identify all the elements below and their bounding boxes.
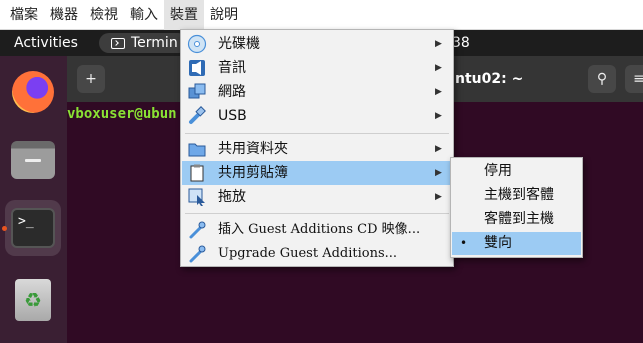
menu-item-shared-folders[interactable]: 共用資料夾 ▶	[182, 137, 452, 161]
menu-item-usb[interactable]: USB ▶	[182, 104, 452, 128]
running-indicator	[2, 226, 7, 231]
search-button[interactable]: ⚲	[588, 65, 616, 93]
menu-view[interactable]: 檢視	[84, 0, 124, 30]
clipboard-option-guest-to-host[interactable]: 客體到主機	[452, 208, 581, 231]
shared-clipboard-icon	[190, 164, 204, 182]
dock-item-terminal[interactable]: >_	[2, 200, 61, 256]
menu-item-label: 插入 Guest Additions CD 映像...	[218, 222, 421, 237]
trash-icon: ♻	[15, 279, 51, 321]
menu-item-optical-drives[interactable]: 光碟機 ▶	[182, 32, 452, 56]
submenu-arrow-icon: ▶	[435, 111, 442, 121]
dock-item-files[interactable]	[5, 132, 61, 188]
menu-item-label: Upgrade Guest Additions...	[218, 246, 398, 261]
menu-item-label: 拖放	[218, 189, 246, 205]
submenu-arrow-icon: ▶	[435, 39, 442, 49]
selected-bullet-icon: •	[460, 236, 468, 250]
dock-item-firefox[interactable]	[5, 64, 61, 120]
menu-machine[interactable]: 機器	[44, 0, 84, 30]
submenu-arrow-icon: ▶	[435, 63, 442, 73]
dock: >_ ♻	[0, 56, 67, 343]
clipboard-option-disabled[interactable]: 停用	[452, 160, 581, 183]
activities-button[interactable]: Activities	[14, 30, 78, 56]
shared-folder-icon	[188, 143, 206, 157]
files-icon	[11, 141, 55, 179]
menu-item-upgrade-guest-additions[interactable]: Upgrade Guest Additions...	[182, 242, 452, 266]
menu-separator	[185, 213, 449, 214]
menu-item-label: 客體到主機	[484, 211, 554, 227]
hamburger-menu-button[interactable]: ≡	[625, 65, 643, 93]
menu-item-label: 音訊	[218, 60, 246, 76]
menu-item-label: 共用剪貼簿	[218, 165, 288, 181]
submenu-arrow-icon: ▶	[435, 192, 442, 202]
submenu-arrow-icon: ▶	[435, 87, 442, 97]
app-menu-label: Termin	[131, 35, 178, 51]
firefox-icon	[12, 71, 54, 113]
menu-item-shared-clipboard[interactable]: 共用剪貼簿 ▶	[182, 161, 452, 185]
clipboard-option-bidirectional[interactable]: • 雙向	[452, 232, 581, 255]
drag-drop-icon	[188, 188, 205, 206]
menu-item-label: 光碟機	[218, 36, 260, 52]
menu-separator	[185, 133, 449, 134]
shared-clipboard-submenu: 停用 主機到客體 客體到主機 • 雙向	[450, 157, 583, 258]
new-tab-button[interactable]: +	[77, 65, 105, 93]
optical-disc-icon	[187, 34, 207, 54]
submenu-arrow-icon: ▶	[435, 144, 442, 154]
app-menu-terminal[interactable]: Termin	[99, 33, 188, 53]
menu-item-label: 共用資料夾	[218, 141, 288, 157]
dock-item-trash[interactable]: ♻	[5, 272, 61, 328]
menu-item-label: 網路	[218, 84, 246, 100]
shell-prompt: vboxuser@ubun	[67, 106, 177, 122]
menu-item-network[interactable]: 網路 ▶	[182, 80, 452, 104]
upgrade-guest-additions-icon	[189, 245, 206, 263]
devices-menu: 光碟機 ▶ 音訊 ▶ 網路 ▶ USB ▶ 共用資料夾 ▶ 共用剪貼簿 ▶ 拖放…	[180, 29, 454, 267]
menu-item-drag-and-drop[interactable]: 拖放 ▶	[182, 185, 452, 209]
menu-item-insert-guest-additions[interactable]: 插入 Guest Additions CD 映像...	[182, 218, 452, 242]
submenu-arrow-icon: ▶	[435, 168, 442, 178]
menu-item-label: USB	[218, 108, 247, 124]
usb-icon	[189, 106, 206, 124]
menu-devices[interactable]: 裝置	[164, 0, 204, 30]
menu-file[interactable]: 檔案	[4, 0, 44, 30]
menu-item-label: 停用	[484, 163, 512, 179]
menu-item-label: 主機到客體	[484, 187, 554, 203]
menu-input[interactable]: 輸入	[124, 0, 164, 30]
terminal-icon: >_	[11, 208, 55, 248]
network-icon	[188, 83, 206, 99]
terminal-app-icon	[111, 37, 125, 49]
clipboard-option-host-to-guest[interactable]: 主機到客體	[452, 184, 581, 207]
menu-item-label: 雙向	[484, 235, 512, 251]
clock[interactable]: 38	[452, 30, 470, 56]
menu-help[interactable]: 說明	[204, 0, 244, 30]
menu-item-audio[interactable]: 音訊 ▶	[182, 56, 452, 80]
vbox-menubar: 檔案 機器 檢視 輸入 裝置 說明	[0, 0, 643, 30]
guest-additions-icon	[189, 221, 206, 239]
terminal-title: ntu02: ~	[455, 71, 524, 87]
audio-icon	[189, 60, 205, 76]
